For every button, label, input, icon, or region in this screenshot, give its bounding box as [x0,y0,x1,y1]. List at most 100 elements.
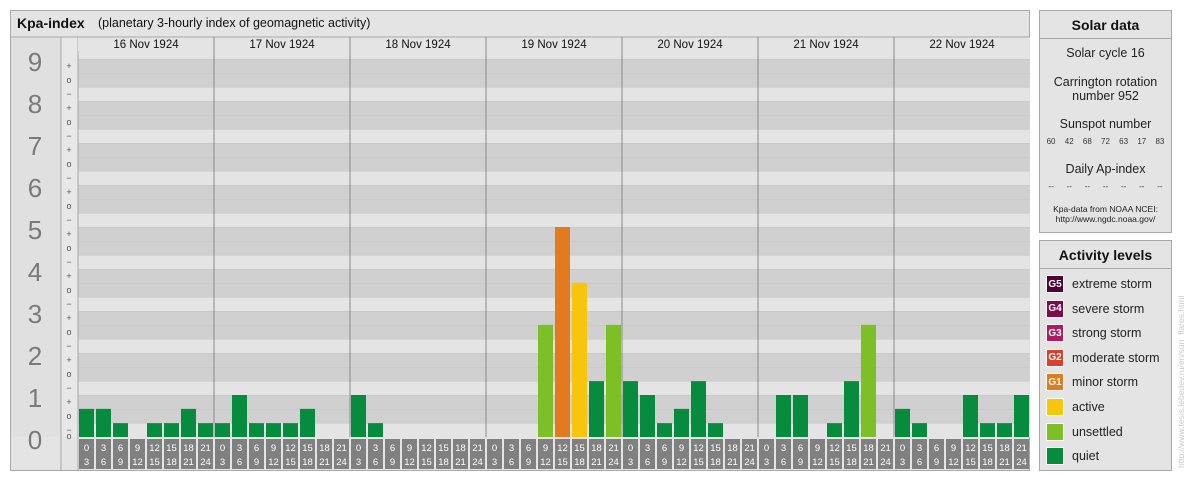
kp-bar [895,408,910,437]
interval-end-label: 6 [101,457,106,468]
interval-start-label: 12 [285,443,296,454]
interval-end-label: 9 [390,457,395,468]
grid-band [78,185,1030,199]
y-subtick-label: − [66,89,71,99]
y-tick-label: 7 [28,131,42,161]
grid-band [78,171,1030,185]
kp-bar [640,395,655,437]
interval-start-label: 9 [543,443,548,454]
interval-start-label: 15 [166,443,177,454]
y-subtick-label: + [66,187,71,197]
interval-end-label: 3 [900,457,905,468]
legend-item: G3 strong storm [1046,324,1141,343]
interval-end-label: 6 [373,457,378,468]
interval-start-label: 3 [101,443,106,454]
interval-start-label: 18 [319,443,330,454]
interval-end-label: 9 [662,457,667,468]
interval-end-label: 15 [285,457,296,468]
interval-start-label: 0 [764,443,769,454]
interval-end-label: 18 [574,457,585,468]
y-subtick-label: − [66,215,71,225]
sunspot-value: 68 [1082,137,1092,146]
grid-band [78,409,1030,423]
y-tick-label: 6 [28,173,42,203]
y-tick-label: 8 [28,89,42,119]
kp-bar [572,282,587,437]
y-tick-label: 0 [28,425,42,455]
legend-label: minor storm [1072,375,1138,390]
interval-start-label: 6 [390,443,395,454]
solar-data-title: Solar data [1071,17,1140,33]
kp-bar [96,408,111,437]
interval-start-label: 18 [183,443,194,454]
kp-bar [300,408,315,437]
y-tick-label: 1 [28,383,42,413]
interval-start-label: 18 [455,443,466,454]
kp-bar [351,395,366,437]
grid-band [78,73,1030,87]
interval-start-label: 0 [220,443,225,454]
kp-bar [844,381,859,437]
interval-start-label: 9 [951,443,956,454]
y-subtick-label: − [66,173,71,183]
interval-end-label: 24 [880,457,891,468]
interval-start-label: 6 [934,443,939,454]
y-tick-label: 3 [28,299,42,329]
interval-start-label: 6 [662,443,667,454]
sunspot-value: 42 [1064,137,1074,146]
sunspot-value: 63 [1119,137,1129,146]
ap-index-values: -- -- -- -- -- -- -- [1040,182,1171,191]
interval-end-label: 3 [220,457,225,468]
sunspot-value: 17 [1137,137,1147,146]
y-subtick-label: + [66,397,71,407]
grid-band [78,367,1030,381]
interval-end-label: 12 [404,457,415,468]
y-subtick-label: + [66,145,71,155]
y-subtick-label: o [66,243,71,253]
kp-bar [657,423,672,437]
grid-band [78,269,1030,283]
grid-band [78,311,1030,325]
interval-start-label: 12 [829,443,840,454]
legend-label: unsettled [1072,424,1123,439]
legend-swatch: G1 [1046,373,1064,392]
kp-bar [708,423,723,437]
activity-title-divider [1040,268,1171,269]
day-label: 19 Nov 1924 [521,39,587,51]
interval-end-label: 6 [645,457,650,468]
legend-swatch [1046,422,1064,441]
sunspot-value: 60 [1046,137,1056,146]
ap-index-value: -- [1157,182,1163,191]
interval-start-label: 21 [744,443,755,454]
grid-band [78,115,1030,129]
interval-end-label: 3 [764,457,769,468]
kp-bar [963,395,978,437]
kp-bar [198,423,213,437]
sunspot-title: Sunspot number [1059,117,1152,131]
interval-end-label: 15 [829,457,840,468]
interval-end-label: 24 [1016,457,1027,468]
interval-start-label: 12 [421,443,432,454]
legend-item: quiet [1046,447,1099,466]
kp-bar [555,227,570,437]
y-subtick-label: o [66,117,71,127]
kp-bar [861,324,876,437]
kp-bar [674,408,689,437]
interval-end-label: 12 [812,457,823,468]
legend-item: active [1046,398,1105,416]
legend-label: severe storm [1072,301,1145,316]
grid-band [78,339,1030,353]
kp-bar [997,423,1012,437]
source-watermark: http://www.tesis.lebedev.ru/en/sun_flare… [1176,295,1184,468]
interval-start-label: 12 [557,443,568,454]
data-source-link[interactable]: http://www.ngdc.noaa.gov/ [1040,214,1171,224]
kp-bar [368,423,383,437]
interval-start-label: 9 [679,443,684,454]
activity-levels-title: Activity levels [1058,247,1153,263]
interval-end-label: 9 [798,457,803,468]
interval-end-label: 12 [268,457,279,468]
grid-band [78,129,1030,143]
kp-bar [1014,395,1029,437]
interval-end-label: 21 [591,457,602,468]
day-label: 20 Nov 1924 [657,39,723,51]
